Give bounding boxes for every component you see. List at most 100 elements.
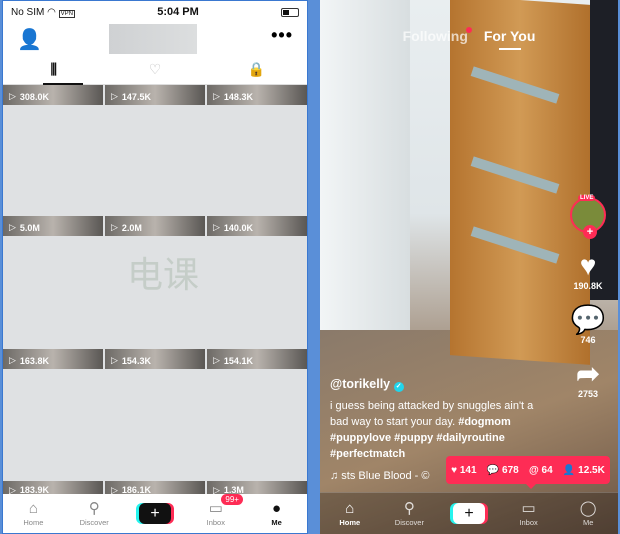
like-count: 190.8K — [573, 281, 603, 291]
nav-create[interactable]: + — [125, 503, 186, 524]
plus-icon: + — [452, 503, 485, 524]
creator-avatar[interactable]: LIVE + — [570, 195, 606, 239]
notification-dot — [466, 27, 472, 33]
video-feed-screen: Following For You LIVE + ♥ 190.8K 💬 746 ➦… — [320, 0, 618, 534]
grid-row: ▷ 308.0K ▷ 147.5K ▷ 148.3K — [3, 85, 307, 105]
nav-home[interactable]: ⌂ Home — [3, 500, 64, 527]
view-count: 163.8K — [19, 355, 49, 366]
nav-label: Inbox — [206, 518, 225, 527]
tab-for-you[interactable]: For You — [484, 28, 536, 50]
more-button[interactable]: ••• — [271, 25, 293, 46]
profile-screen: No SIM ◠ VPN 5:04 PM 👤 ••• ⫼ ♡ 🔒 电课 ▷ 308… — [2, 0, 308, 534]
nav-inbox[interactable]: ▭ Inbox — [499, 500, 559, 527]
share-count: 2753 — [577, 389, 599, 399]
clock: 5:04 PM — [157, 6, 199, 18]
view-count: 148.3K — [223, 91, 253, 102]
tab-liked[interactable]: ♡ — [104, 55, 205, 84]
video-thumb[interactable]: ▷ 154.3K — [105, 349, 205, 369]
carrier: No SIM — [11, 6, 45, 18]
nav-create[interactable]: + — [439, 503, 499, 524]
play-icon: ▷ — [9, 91, 16, 101]
follow-plus-icon[interactable]: + — [583, 225, 597, 239]
video-thumb[interactable]: ▷ 140.0K — [207, 216, 307, 236]
tab-following[interactable]: Following — [403, 28, 468, 44]
live-badge: LIVE — [578, 195, 596, 201]
nav-label: Discover — [394, 518, 424, 527]
stat: 12.5K — [578, 464, 605, 476]
play-icon: ▷ — [213, 91, 220, 101]
video-thumb[interactable]: ▷ 147.5K — [105, 85, 205, 105]
tooltip-likes: ♥ 141 — [451, 464, 477, 476]
grid-row: ▷ 163.8K ▷ 154.3K ▷ 154.1K — [3, 349, 307, 369]
comment-count: 746 — [580, 335, 596, 345]
nav-label: Inbox — [519, 518, 538, 527]
vpn-badge: VPN — [58, 9, 75, 18]
video-thumb[interactable]: ▷ 163.8K — [3, 349, 103, 369]
video-grid: 电课 ▷ 308.0K ▷ 147.5K ▷ 148.3K ▷ 5.0M ▷ 2.0M ▷… — [3, 85, 307, 496]
tab-videos[interactable]: ⫼ — [3, 55, 104, 84]
home-icon: ⌂ — [345, 500, 355, 517]
bottom-nav: ⌂ Home ⚲ Discover + 99+ ▭ Inbox ● Me — [3, 494, 307, 533]
view-count: 308.0K — [19, 91, 49, 102]
nav-me[interactable]: ◯ Me — [558, 500, 618, 527]
tooltip-followers: 👤 12.5K — [562, 464, 605, 476]
stat: 141 — [459, 464, 477, 476]
music-ticker[interactable]: ♫ sts Blue Blood - © — [330, 470, 430, 482]
nav-label: Discover — [79, 518, 109, 527]
profile-tabs: ⫼ ♡ 🔒 — [3, 55, 307, 85]
nav-discover[interactable]: ⚲ Discover — [64, 500, 125, 527]
video-thumb[interactable]: ▷ 308.0K — [3, 85, 103, 105]
play-icon: ▷ — [9, 355, 16, 365]
tooltip-mentions: @ 64 — [528, 464, 553, 476]
stat: 64 — [541, 464, 553, 476]
video-thumb[interactable]: ▷ 148.3K — [207, 85, 307, 105]
verified-icon: ✓ — [393, 382, 404, 392]
caption: @torikelly ✓ i guess being attacked by s… — [330, 376, 550, 462]
comment-icon[interactable]: 💬 — [566, 305, 610, 335]
video-thumb[interactable]: ▷ 5.0M — [3, 216, 103, 236]
view-count: 154.3K — [121, 355, 151, 366]
tooltip-comments: 💬 678 — [486, 464, 519, 476]
stats-tooltip: ♥ 141 💬 678 @ 64 👤 12.5K — [446, 456, 610, 489]
nav-me[interactable]: ● Me — [246, 500, 307, 527]
action-sidebar: LIVE + ♥ 190.8K 💬 746 ➦ 2753 — [566, 195, 610, 399]
nav-home[interactable]: ⌂ Home — [320, 500, 380, 527]
search-icon: ⚲ — [403, 500, 415, 517]
bottom-nav: ⌂ Home ⚲ Discover + ▭ Inbox ◯ Me — [320, 492, 618, 534]
username-blurred — [109, 24, 197, 54]
nav-inbox[interactable]: 99+ ▭ Inbox — [185, 494, 246, 527]
view-count: 140.0K — [223, 222, 253, 233]
play-icon: ▷ — [111, 355, 118, 365]
home-icon: ⌂ — [28, 500, 38, 517]
play-icon: ▷ — [213, 222, 220, 232]
nav-discover[interactable]: ⚲ Discover — [380, 500, 440, 527]
creator-handle[interactable]: @torikelly — [330, 377, 390, 391]
person-icon: ● — [272, 500, 282, 517]
play-icon: ▷ — [111, 91, 118, 101]
inbox-icon: ▭ — [521, 500, 536, 517]
heart-icon[interactable]: ♥ — [566, 251, 610, 281]
nav-label: Home — [23, 518, 44, 527]
view-count: 2.0M — [121, 222, 142, 233]
battery-icon — [281, 7, 299, 17]
nav-label: Home — [339, 518, 361, 527]
play-icon: ▷ — [111, 222, 118, 232]
plus-icon: + — [138, 503, 171, 524]
search-icon: ⚲ — [88, 500, 100, 517]
share-icon[interactable]: ➦ — [566, 359, 610, 389]
person-icon: ◯ — [579, 500, 597, 517]
view-count: 5.0M — [19, 222, 40, 233]
view-count: 147.5K — [121, 91, 151, 102]
stat: 678 — [502, 464, 519, 476]
inbox-badge: 99+ — [221, 494, 243, 505]
tab-private[interactable]: 🔒 — [206, 55, 307, 84]
status-bar: No SIM ◠ VPN 5:04 PM — [3, 1, 307, 23]
video-thumb[interactable]: ▷ 154.1K — [207, 349, 307, 369]
video-thumb[interactable]: ▷ 2.0M — [105, 216, 205, 236]
play-icon: ▷ — [213, 355, 220, 365]
grid-row: ▷ 5.0M ▷ 2.0M ▷ 140.0K — [3, 216, 307, 236]
play-icon: ▷ — [9, 222, 16, 232]
nav-label: Me — [582, 518, 594, 527]
nav-label: Me — [271, 518, 282, 527]
person-plus-icon[interactable]: 👤 — [17, 27, 42, 52]
